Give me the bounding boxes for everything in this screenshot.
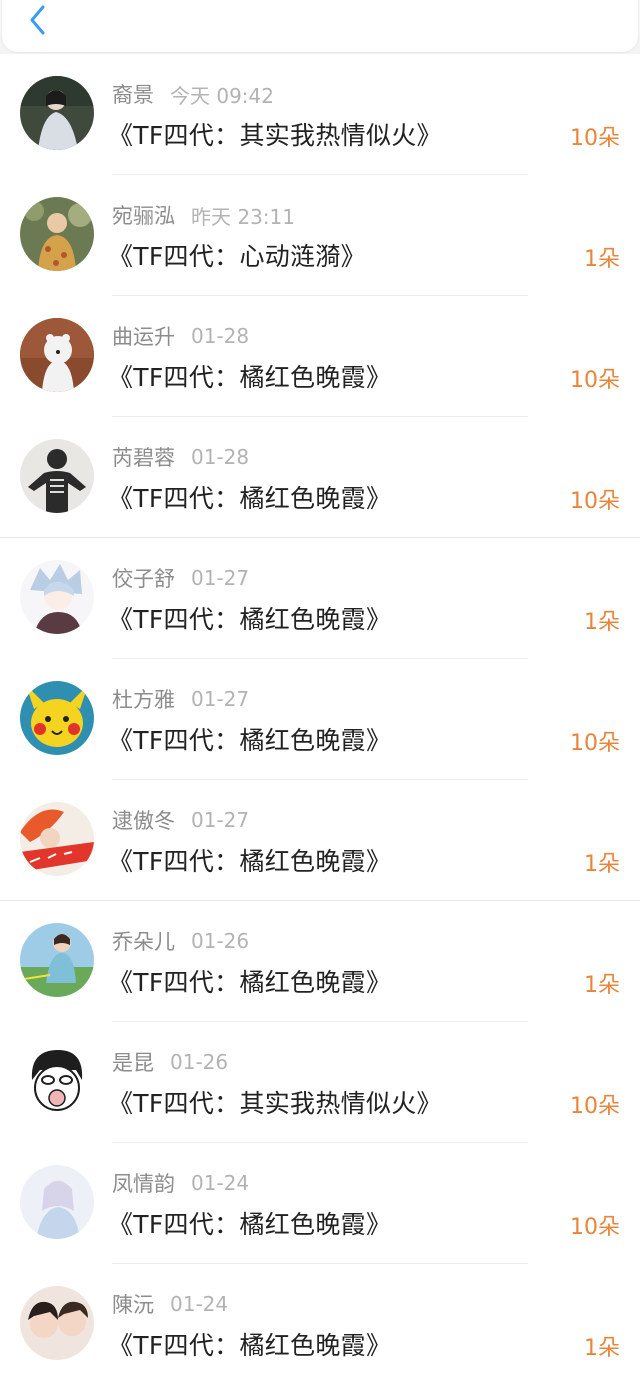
sender-name: 宛骊泓 <box>112 204 175 228</box>
timestamp: 01-26 <box>170 1050 229 1074</box>
avatar[interactable] <box>20 76 94 150</box>
sender-line: 杜方雅 01-27 <box>112 685 249 713</box>
book-title[interactable]: 《TF四代：其实我热情似火》 <box>108 1084 442 1120</box>
list-item[interactable]: 裔景 今天 09:42 《TF四代：其实我热情似火》 10朵 <box>0 54 640 175</box>
avatar[interactable] <box>20 439 94 513</box>
book-title[interactable]: 《TF四代：其实我热情似火》 <box>108 116 442 152</box>
avatar[interactable] <box>20 802 94 876</box>
sender-name: 杜方雅 <box>112 688 175 712</box>
avatar[interactable] <box>20 1286 94 1360</box>
sender-name: 陳沅 <box>112 1293 154 1317</box>
list-item[interactable]: 是昆 01-26 《TF四代：其实我热情似火》 10朵 <box>0 1022 640 1143</box>
avatar[interactable] <box>20 923 94 997</box>
book-title[interactable]: 《TF四代：橘红色晚霞》 <box>108 479 391 515</box>
flower-count: 10朵 <box>570 126 620 151</box>
avatar[interactable] <box>20 681 94 755</box>
sender-name: 是昆 <box>112 1051 154 1075</box>
sender-line: 逮傲冬 01-27 <box>112 806 249 834</box>
sender-line: 佼子舒 01-27 <box>112 564 249 592</box>
book-title[interactable]: 《TF四代：橘红色晚霞》 <box>108 358 391 394</box>
sender-line: 是昆 01-26 <box>112 1048 228 1076</box>
timestamp: 01-27 <box>191 687 250 711</box>
timestamp: 01-28 <box>191 445 250 469</box>
timestamp: 01-27 <box>191 566 250 590</box>
avatar[interactable] <box>20 318 94 392</box>
timestamp: 01-28 <box>191 324 250 348</box>
sender-line: 曲运升 01-28 <box>112 322 249 350</box>
list-item[interactable]: 凤情韵 01-24 《TF四代：橘红色晚霞》 10朵 <box>0 1143 640 1264</box>
book-title[interactable]: 《TF四代：橘红色晚霞》 <box>108 842 391 878</box>
list-item[interactable]: 佼子舒 01-27 《TF四代：橘红色晚霞》 1朵 <box>0 538 640 659</box>
list-item[interactable]: 乔朵儿 01-26 《TF四代：橘红色晚霞》 1朵 <box>0 901 640 1022</box>
sender-name: 凤情韵 <box>112 1172 175 1196</box>
sender-line: 裔景 今天 09:42 <box>112 80 274 108</box>
flower-count: 10朵 <box>570 1094 620 1119</box>
flower-count: 10朵 <box>570 368 620 393</box>
sender-name: 曲运升 <box>112 325 175 349</box>
sender-line: 芮碧蓉 01-28 <box>112 443 249 471</box>
list-item[interactable]: 杜方雅 01-27 《TF四代：橘红色晚霞》 10朵 <box>0 659 640 780</box>
avatar[interactable] <box>20 560 94 634</box>
list-item[interactable]: 逮傲冬 01-27 《TF四代：橘红色晚霞》 1朵 <box>0 780 640 901</box>
flower-count: 1朵 <box>584 610 620 635</box>
flower-count: 10朵 <box>570 1215 620 1240</box>
top-bar <box>0 0 640 54</box>
flower-count: 10朵 <box>570 489 620 514</box>
sender-name: 裔景 <box>112 83 154 107</box>
book-title[interactable]: 《TF四代：橘红色晚霞》 <box>108 600 391 636</box>
book-title[interactable]: 《TF四代：心动涟漪》 <box>108 237 366 273</box>
avatar[interactable] <box>20 1044 94 1118</box>
sender-line: 凤情韵 01-24 <box>112 1169 249 1197</box>
list-item[interactable]: 宛骊泓 昨天 23:11 《TF四代：心动涟漪》 1朵 <box>0 175 640 296</box>
timestamp: 今天 09:42 <box>170 83 274 108</box>
flower-count: 1朵 <box>584 247 620 272</box>
sender-line: 陳沅 01-24 <box>112 1290 228 1318</box>
sender-line: 宛骊泓 昨天 23:11 <box>112 201 295 229</box>
flower-count: 10朵 <box>570 731 620 756</box>
avatar[interactable] <box>20 1165 94 1239</box>
timestamp: 昨天 23:11 <box>191 204 295 229</box>
sender-name: 芮碧蓉 <box>112 446 175 470</box>
timestamp: 01-27 <box>191 808 250 832</box>
sender-line: 乔朵儿 01-26 <box>112 927 249 955</box>
sender-name: 逮傲冬 <box>112 809 175 833</box>
list-item[interactable]: 芮碧蓉 01-28 《TF四代：橘红色晚霞》 10朵 <box>0 417 640 538</box>
book-title[interactable]: 《TF四代：橘红色晚霞》 <box>108 1205 391 1241</box>
header-card <box>2 0 638 52</box>
list-item[interactable]: 曲运升 01-28 《TF四代：橘红色晚霞》 10朵 <box>0 296 640 417</box>
back-button[interactable] <box>22 2 54 38</box>
book-title[interactable]: 《TF四代：橘红色晚霞》 <box>108 721 391 757</box>
timestamp: 01-24 <box>170 1292 229 1316</box>
list-item[interactable]: 陳沅 01-24 《TF四代：橘红色晚霞》 1朵 <box>0 1264 640 1385</box>
chevron-left-icon <box>30 5 45 35</box>
flower-count: 1朵 <box>584 973 620 998</box>
book-title[interactable]: 《TF四代：橘红色晚霞》 <box>108 963 391 999</box>
sender-name: 佼子舒 <box>112 567 175 591</box>
avatar[interactable] <box>20 197 94 271</box>
book-title[interactable]: 《TF四代：橘红色晚霞》 <box>108 1326 391 1362</box>
timestamp: 01-26 <box>191 929 250 953</box>
flower-count: 1朵 <box>584 1336 620 1361</box>
timestamp: 01-24 <box>191 1171 250 1195</box>
flower-count: 1朵 <box>584 852 620 877</box>
sender-name: 乔朵儿 <box>112 930 175 954</box>
